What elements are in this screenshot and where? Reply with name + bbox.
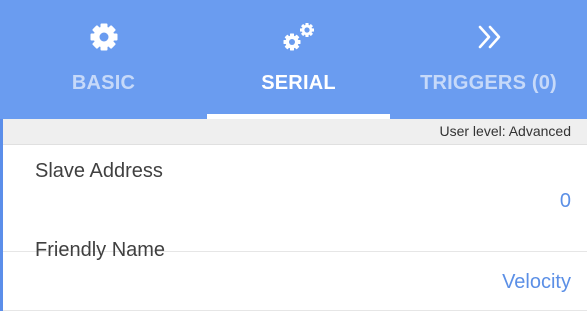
gear-icon — [0, 20, 207, 54]
tab-basic[interactable]: BASIC — [0, 0, 207, 119]
tab-serial-label: SERIAL — [261, 72, 336, 94]
tab-basic-label: BASIC — [71, 72, 136, 94]
setting-value: 0 — [559, 190, 571, 212]
double-chevron-right-icon — [390, 20, 587, 54]
setting-row-friendly-name[interactable]: Friendly Name Velocity — [0, 239, 587, 311]
setting-value: Velocity — [502, 271, 571, 293]
tab-triggers-label: TRIGGERS (0) — [420, 72, 557, 94]
tab-triggers[interactable]: TRIGGERS (0) — [390, 0, 587, 119]
user-level-text: User level: Advanced — [439, 123, 571, 139]
tab-bar: BASIC SERIAL TRIGGERS (0) — [0, 0, 587, 119]
setting-label: Slave Address — [35, 160, 163, 182]
user-level-strip: User level: Advanced — [0, 119, 587, 145]
setting-row-slave-address[interactable]: Slave Address 0 — [0, 145, 587, 252]
tab-serial[interactable]: SERIAL — [207, 0, 390, 119]
setting-label: Friendly Name — [35, 239, 166, 261]
left-edge-rule — [0, 119, 3, 311]
gears-icon — [207, 20, 390, 54]
screen: BASIC SERIAL TRIGGERS (0) User level: Ad… — [0, 0, 587, 311]
